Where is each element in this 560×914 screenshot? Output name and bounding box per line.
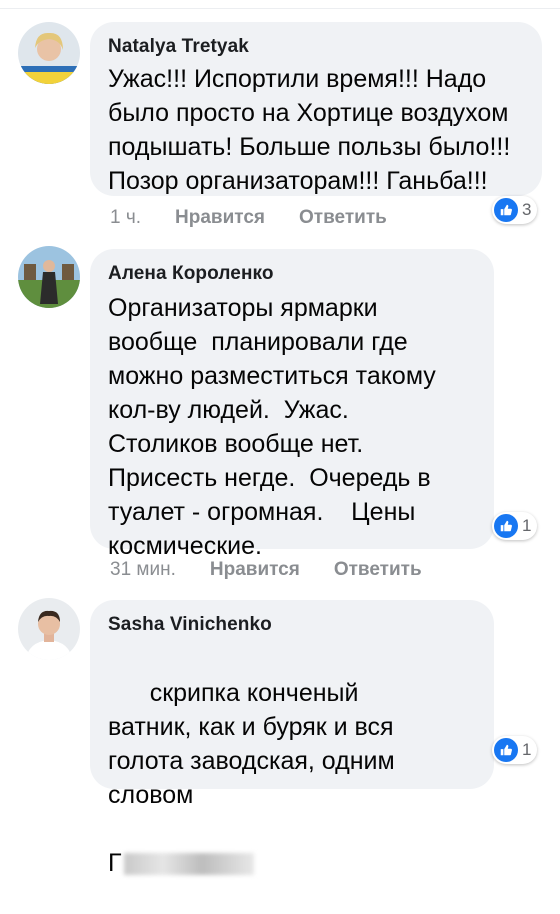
- reaction-badge[interactable]: 3: [492, 196, 538, 224]
- comment-text: Организаторы ярмарки вообще планировали …: [108, 294, 443, 560]
- avatar[interactable]: [18, 22, 80, 84]
- like-link[interactable]: Нравится: [210, 559, 300, 581]
- like-link[interactable]: Нравится: [175, 207, 265, 229]
- comment-timestamp[interactable]: 1 ч.: [110, 207, 141, 229]
- comment-text: Ужас!!! Испортили время!!! Надо было про…: [108, 65, 518, 195]
- comment-bubble: Sasha Vinichenko скрипка конченый ватник…: [90, 600, 494, 877]
- reply-link[interactable]: Ответить: [334, 559, 422, 581]
- reply-link[interactable]: Ответить: [299, 207, 387, 229]
- comment-actions: 31 мин. Нравится Ответить: [110, 559, 422, 581]
- reaction-count: 1: [522, 516, 532, 535]
- comment-author[interactable]: Sasha Vinichenko: [108, 614, 476, 636]
- thumbs-up-icon: [494, 514, 518, 538]
- avatar[interactable]: [18, 598, 80, 660]
- comment-author[interactable]: Алена Короленко: [108, 263, 476, 285]
- comment-text: скрипка конченый ватник, как и буряк и в…: [108, 642, 448, 914]
- comment-bubble: Алена Короленко Организаторы ярмарки воо…: [90, 249, 494, 560]
- reaction-badge[interactable]: 1: [492, 512, 538, 540]
- comment-bubble: Natalya Tretyak Ужас!!! Испортили время!…: [90, 22, 542, 196]
- comment-timestamp[interactable]: 31 мин.: [110, 559, 176, 581]
- reaction-badge[interactable]: 1: [492, 736, 538, 764]
- reaction-count: 3: [522, 200, 532, 219]
- top-divider: [0, 0, 560, 9]
- redacted-text: [123, 853, 254, 876]
- comment-text-tail: Г: [108, 849, 122, 877]
- thumbs-up-icon: [494, 738, 518, 762]
- comment-author[interactable]: Natalya Tretyak: [108, 36, 524, 58]
- comment-actions: 1 ч. Нравится Ответить: [110, 207, 387, 229]
- reaction-count: 1: [522, 740, 532, 759]
- comment-text-body: скрипка конченый ватник, как и буряк и в…: [108, 679, 402, 809]
- avatar[interactable]: [18, 246, 80, 308]
- thumbs-up-icon: [494, 198, 518, 222]
